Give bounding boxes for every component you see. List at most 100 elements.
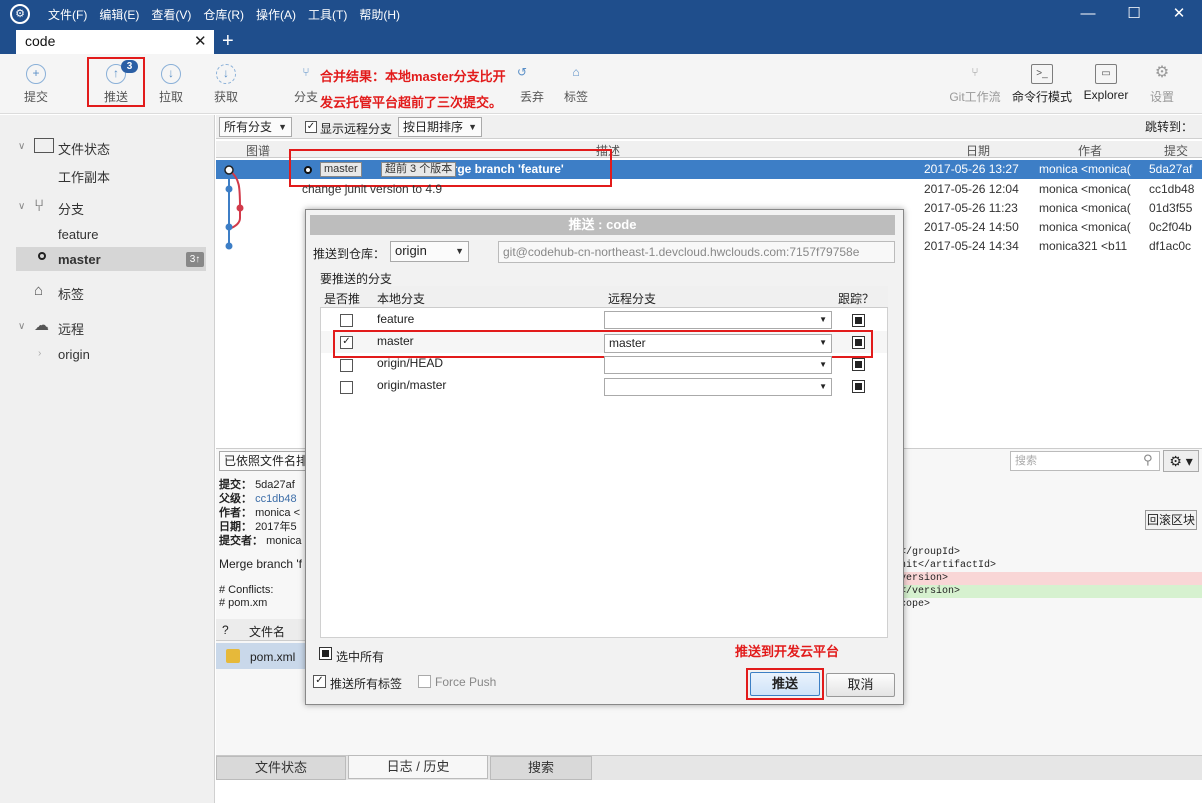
fetch-button[interactable]: ↓ 获取 bbox=[198, 62, 254, 105]
select-all-label: 选中所有 bbox=[336, 650, 385, 664]
repo-url-field[interactable]: git@codehub-cn-northeast-1.devcloud.hwcl… bbox=[498, 241, 895, 263]
file-status-col: ? bbox=[222, 623, 229, 637]
tab-code[interactable]: code ✕ bbox=[16, 30, 214, 54]
track-checkbox[interactable] bbox=[852, 380, 865, 393]
force-push-checkbox[interactable] bbox=[418, 675, 431, 688]
chevron-down-icon[interactable]: ∨ bbox=[18, 201, 25, 212]
tag-button[interactable]: ⌂ 标签 bbox=[548, 62, 604, 105]
toolbar-annotation-line2: 发云托管平台超前了三次提交。 bbox=[320, 95, 503, 110]
search-icon: ⚲ bbox=[1143, 452, 1153, 467]
menu-help[interactable]: 帮助(H) bbox=[359, 6, 400, 23]
dropdown-arrow-icon: ▼ bbox=[819, 315, 827, 324]
col-date[interactable]: 日期 bbox=[966, 142, 990, 159]
minimize-button[interactable]: — bbox=[1065, 0, 1111, 28]
sidebar-branches[interactable]: 分支 bbox=[58, 199, 84, 218]
col-remote-branch: 远程分支 bbox=[608, 292, 657, 306]
gear-dropdown-button[interactable]: ⚙ ▾ bbox=[1163, 450, 1199, 472]
sort-dropdown[interactable]: 按日期排序 ▼ bbox=[398, 117, 482, 137]
sidebar-file-status[interactable]: 文件状态 bbox=[58, 139, 110, 158]
close-window-button[interactable]: ✕ bbox=[1156, 0, 1202, 28]
branch-icon: ⑂ bbox=[302, 65, 310, 79]
reset-hunk-button[interactable]: 回滚区块 bbox=[1145, 510, 1197, 530]
conflicts-title: # Conflicts: bbox=[219, 584, 274, 596]
tab-file-status[interactable]: 文件状态 bbox=[216, 756, 346, 780]
remote-branch-select[interactable]: ▼ bbox=[604, 311, 832, 329]
repo-select[interactable]: origin ▼ bbox=[390, 241, 469, 262]
chevron-right-icon[interactable]: › bbox=[38, 348, 41, 359]
menu-tools[interactable]: 工具(T) bbox=[308, 6, 347, 23]
force-push-label: Force Push bbox=[435, 675, 497, 689]
select-all-checkbox[interactable] bbox=[319, 647, 332, 660]
git-flow-button[interactable]: ⑂ Git工作流 bbox=[942, 62, 1008, 105]
menu-bar: 文件(F) 编辑(E) 查看(V) 仓库(R) 操作(A) 工具(T) 帮助(H… bbox=[48, 0, 412, 28]
commit-button[interactable]: + 提交 bbox=[8, 62, 64, 105]
sidebar-item-origin[interactable]: origin bbox=[58, 347, 90, 362]
show-remote-label: 显示远程分支 bbox=[320, 122, 393, 136]
sidebar-remotes[interactable]: 远程 bbox=[58, 319, 84, 338]
dropdown-arrow-icon: ▼ bbox=[455, 246, 464, 256]
push-confirm-button[interactable]: 推送 bbox=[750, 672, 820, 696]
col-author[interactable]: 作者 bbox=[1078, 142, 1102, 159]
push-to-repo-label: 推送到仓库： bbox=[313, 247, 386, 261]
sidebar-item-working-copy[interactable]: 工作副本 bbox=[58, 167, 110, 186]
sidebar-item-master-label: master bbox=[58, 252, 101, 267]
tab-close-icon[interactable]: ✕ bbox=[194, 32, 207, 50]
branch-table-header: 是否推 本地分支 远程分支 跟踪？ bbox=[320, 286, 888, 308]
col-local-branch: 本地分支 bbox=[377, 292, 426, 306]
file-name-col[interactable]: 文件名 bbox=[249, 623, 285, 640]
branch-filter-dropdown[interactable]: 所有分支 ▼ bbox=[219, 117, 292, 137]
git-flow-icon: ⑂ bbox=[971, 65, 979, 79]
col-commit[interactable]: 提交 bbox=[1164, 142, 1188, 159]
sidebar-item-feature[interactable]: feature bbox=[58, 227, 98, 242]
push-branch-checkbox[interactable] bbox=[340, 314, 353, 327]
diff-line: </groupId> bbox=[900, 547, 961, 558]
push-branch-checkbox[interactable] bbox=[340, 359, 353, 372]
tab-log-history[interactable]: 日志 / 历史 bbox=[348, 755, 488, 779]
push-branch-checkbox[interactable] bbox=[340, 381, 353, 394]
menu-actions[interactable]: 操作(A) bbox=[256, 6, 296, 23]
explorer-button[interactable]: ▭ Explorer bbox=[1076, 62, 1136, 102]
remote-branch-select[interactable]: ▼ bbox=[604, 378, 832, 396]
terminal-button[interactable]: >_ 命令行模式 bbox=[1010, 62, 1074, 105]
gear-icon: ⚙ bbox=[1154, 64, 1170, 81]
diff-line: cope> bbox=[900, 599, 931, 610]
fetch-icon: ↓ bbox=[216, 64, 236, 84]
new-tab-button[interactable]: + bbox=[222, 30, 234, 52]
col-graph[interactable]: 图谱 bbox=[246, 142, 270, 159]
col-track: 跟踪？ bbox=[838, 292, 875, 306]
track-checkbox[interactable] bbox=[852, 314, 865, 327]
chevron-down-icon[interactable]: ∨ bbox=[18, 321, 25, 332]
remote-branch-select[interactable]: ▼ bbox=[604, 356, 832, 374]
plus-circle-icon: + bbox=[26, 64, 46, 84]
file-row-name: pom.xml bbox=[250, 650, 296, 664]
tab-label: code bbox=[25, 33, 56, 49]
settings-button[interactable]: ⚙ 设置 bbox=[1136, 62, 1188, 105]
current-branch-icon bbox=[38, 252, 46, 260]
chevron-down-icon[interactable]: ∨ bbox=[18, 141, 25, 152]
local-branch-name: origin/HEAD bbox=[377, 356, 444, 370]
track-checkbox[interactable] bbox=[852, 358, 865, 371]
history-row[interactable]: change junit version to 4.9 2017-05-26 1… bbox=[216, 180, 1202, 199]
arrow-down-circle-icon: ↓ bbox=[161, 64, 181, 84]
sidebar bbox=[0, 115, 215, 803]
branch-icon: ⑂ bbox=[34, 196, 45, 215]
push-all-tags-checkbox[interactable]: ✓ bbox=[313, 675, 326, 688]
col-push: 是否推 bbox=[324, 292, 361, 306]
tab-search[interactable]: 搜索 bbox=[490, 756, 592, 780]
file-sort-dropdown[interactable]: 已依照文件名排 bbox=[219, 451, 309, 471]
cancel-button[interactable]: 取消 bbox=[826, 673, 895, 697]
sidebar-tags[interactable]: 标签 bbox=[58, 284, 84, 303]
pull-button[interactable]: ↓ 拉取 bbox=[143, 62, 199, 105]
menu-view[interactable]: 查看(V) bbox=[151, 6, 191, 23]
maximize-button[interactable]: ☐ bbox=[1111, 0, 1157, 28]
menu-edit[interactable]: 编辑(E) bbox=[99, 6, 139, 23]
search-input[interactable]: 搜索 bbox=[1010, 451, 1160, 471]
show-remote-checkbox[interactable]: ✓ bbox=[305, 121, 317, 133]
jump-to-label[interactable]: 跳转到： bbox=[1145, 118, 1193, 135]
menu-repository[interactable]: 仓库(R) bbox=[203, 6, 244, 23]
push-annotation: 推送到开发云平台 bbox=[735, 644, 840, 659]
push-all-tags-label: 推送所有标签 bbox=[330, 677, 403, 691]
local-branch-name: feature bbox=[377, 312, 415, 326]
menu-file[interactable]: 文件(F) bbox=[48, 6, 87, 23]
dropdown-arrow-icon: ▼ bbox=[468, 122, 477, 132]
